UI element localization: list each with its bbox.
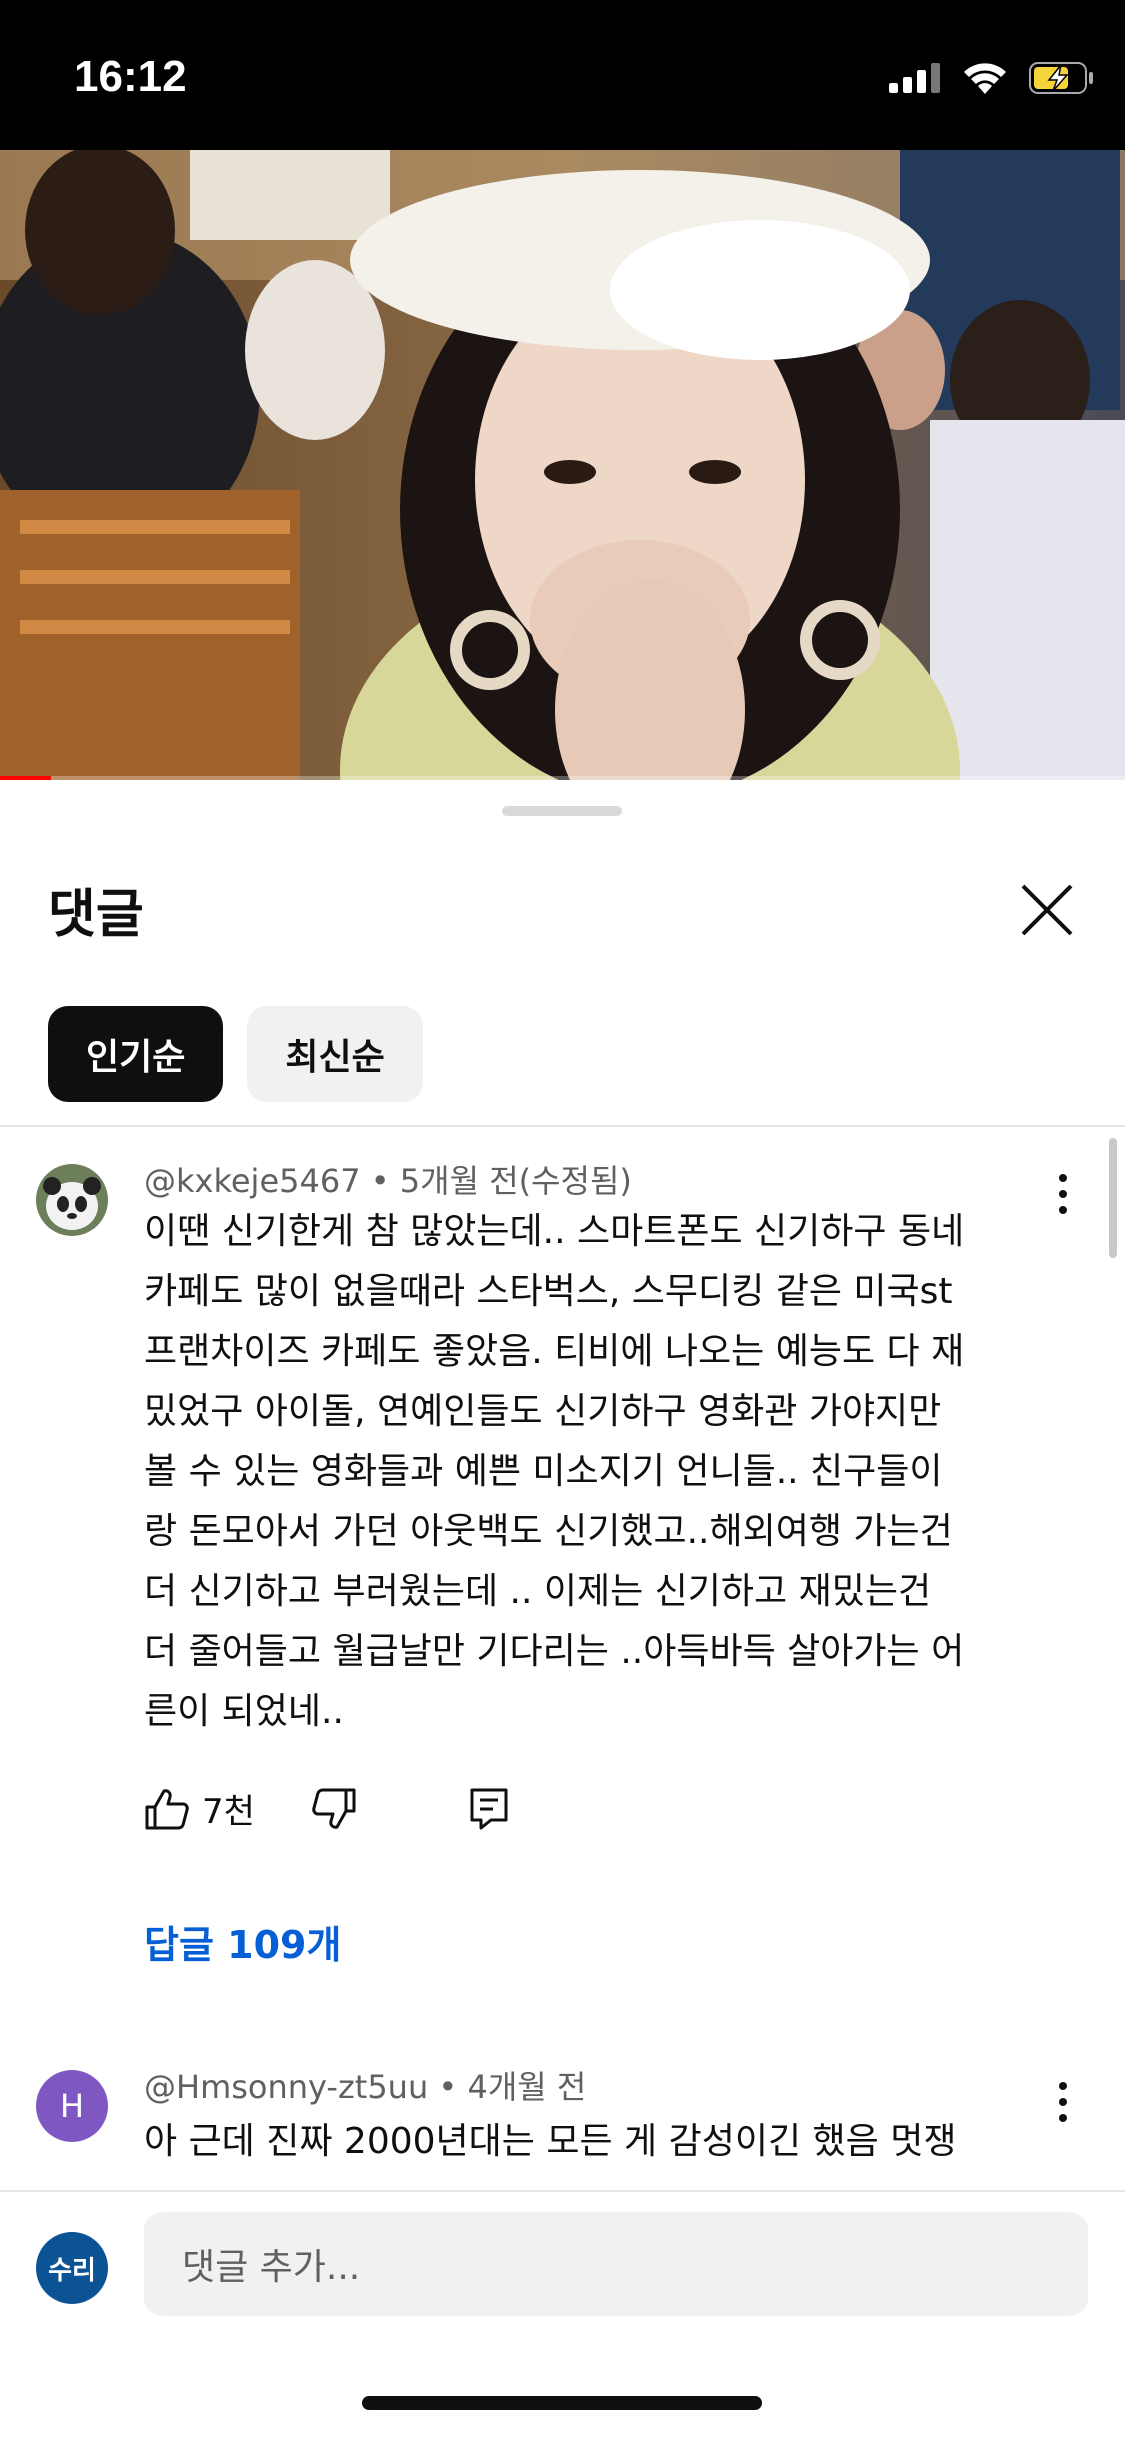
thumbs-up-icon[interactable] — [144, 1787, 190, 1831]
signal-icon — [889, 63, 940, 93]
comment-meta: @Hmsonny-zt5uu • 4개월 전 — [144, 2062, 586, 2108]
thumbs-down-icon[interactable] — [311, 1787, 357, 1831]
video-progress-fill — [0, 776, 51, 780]
status-bar: 16:12 — [0, 0, 1125, 150]
panda-avatar-image — [36, 1164, 108, 1236]
comment-line: 랑 돈모아서 가던 아웃백도 신기했고..해외여행 가는건 — [144, 1511, 953, 1552]
status-time: 16:12 — [74, 52, 187, 101]
comment-line: 밌었구 아이돌, 연예인들도 신기하구 영화관 가야지만 — [144, 1391, 942, 1432]
close-icon[interactable] — [1017, 880, 1077, 940]
comment-line: 아 근데 진짜 2000년대는 모든 게 감성이긴 했음 멋쟁 — [144, 2121, 957, 2162]
avatar[interactable] — [36, 1164, 108, 1236]
sheet-title: 댓글 — [48, 885, 144, 945]
comment-line: 프랜차이즈 카페도 좋았음. 티비에 나오는 예능도 다 재 — [144, 1331, 965, 1372]
drag-handle[interactable] — [502, 806, 622, 816]
comment-time: 4개월 전 — [467, 2068, 587, 2106]
home-indicator[interactable] — [362, 2396, 762, 2410]
video-progress-bar[interactable] — [0, 776, 1125, 780]
comment-meta: @kxkeje5467 • 5개월 전(수정됨) — [144, 1156, 632, 1202]
comment-line: 더 신기하고 부러웠는데 .. 이제는 신기하고 재밌는건 — [144, 1571, 932, 1612]
video-player[interactable] — [0, 150, 1125, 780]
meta-separator: • — [438, 2068, 468, 2106]
battery-charging-icon — [1029, 62, 1093, 94]
chip-newest[interactable]: 최신순 — [247, 1006, 423, 1102]
wifi-icon — [964, 63, 1006, 94]
scrollbar[interactable] — [1109, 1138, 1117, 1258]
comment-author[interactable]: @Hmsonny-zt5uu — [144, 2068, 428, 2106]
view-replies-link[interactable]: 답글 109개 — [144, 1914, 341, 1969]
comment-input[interactable]: 댓글 추가... — [144, 2212, 1088, 2316]
comments-sheet: 댓글 인기순 최신순 @kxkeje5467 • 5개월 전(수정됨) 이땐 신… — [0, 784, 1125, 2436]
comment-actions: 7천 — [144, 1784, 509, 1833]
divider — [0, 1125, 1125, 1127]
chip-popular[interactable]: 인기순 — [48, 1006, 224, 1102]
comment-line: 이땐 신기한게 참 많았는데.. 스마트폰도 신기하구 동네 — [144, 1211, 965, 1252]
meta-separator: • — [370, 1162, 400, 1200]
reply-icon[interactable] — [469, 1787, 509, 1831]
comment-time: 5개월 전(수정됨) — [399, 1162, 632, 1200]
sort-chips: 인기순 최신순 — [48, 1006, 423, 1102]
video-frame-image — [0, 150, 1125, 780]
comment-line: 볼 수 있는 영화들과 예쁜 미소지기 언니들.. 친구들이 — [144, 1451, 943, 1492]
comment-line: 더 줄어들고 월급날만 기다리는 ..아득바득 살아가는 어 — [144, 1631, 965, 1672]
comment-author[interactable]: @kxkeje5467 — [144, 1162, 361, 1200]
comment-text: 이땐 신기한게 참 많았는데.. 스마트폰도 신기하구 동네 카페도 많이 없을… — [144, 1202, 1064, 1742]
status-icons — [889, 62, 1095, 94]
like-count: 7천 — [202, 1792, 255, 1832]
comment-line: 카페도 많이 없을때라 스타벅스, 스무디킹 같은 미국st — [144, 1271, 953, 1312]
user-avatar[interactable]: 수리 — [36, 2232, 108, 2304]
comment-line: 른이 되었네.. — [144, 1691, 344, 1732]
avatar-letter: H — [59, 2087, 85, 2125]
avatar[interactable]: H — [36, 2070, 108, 2142]
comment-text: 아 근데 진짜 2000년대는 모든 게 감성이긴 했음 멋쟁 — [144, 2112, 1064, 2172]
